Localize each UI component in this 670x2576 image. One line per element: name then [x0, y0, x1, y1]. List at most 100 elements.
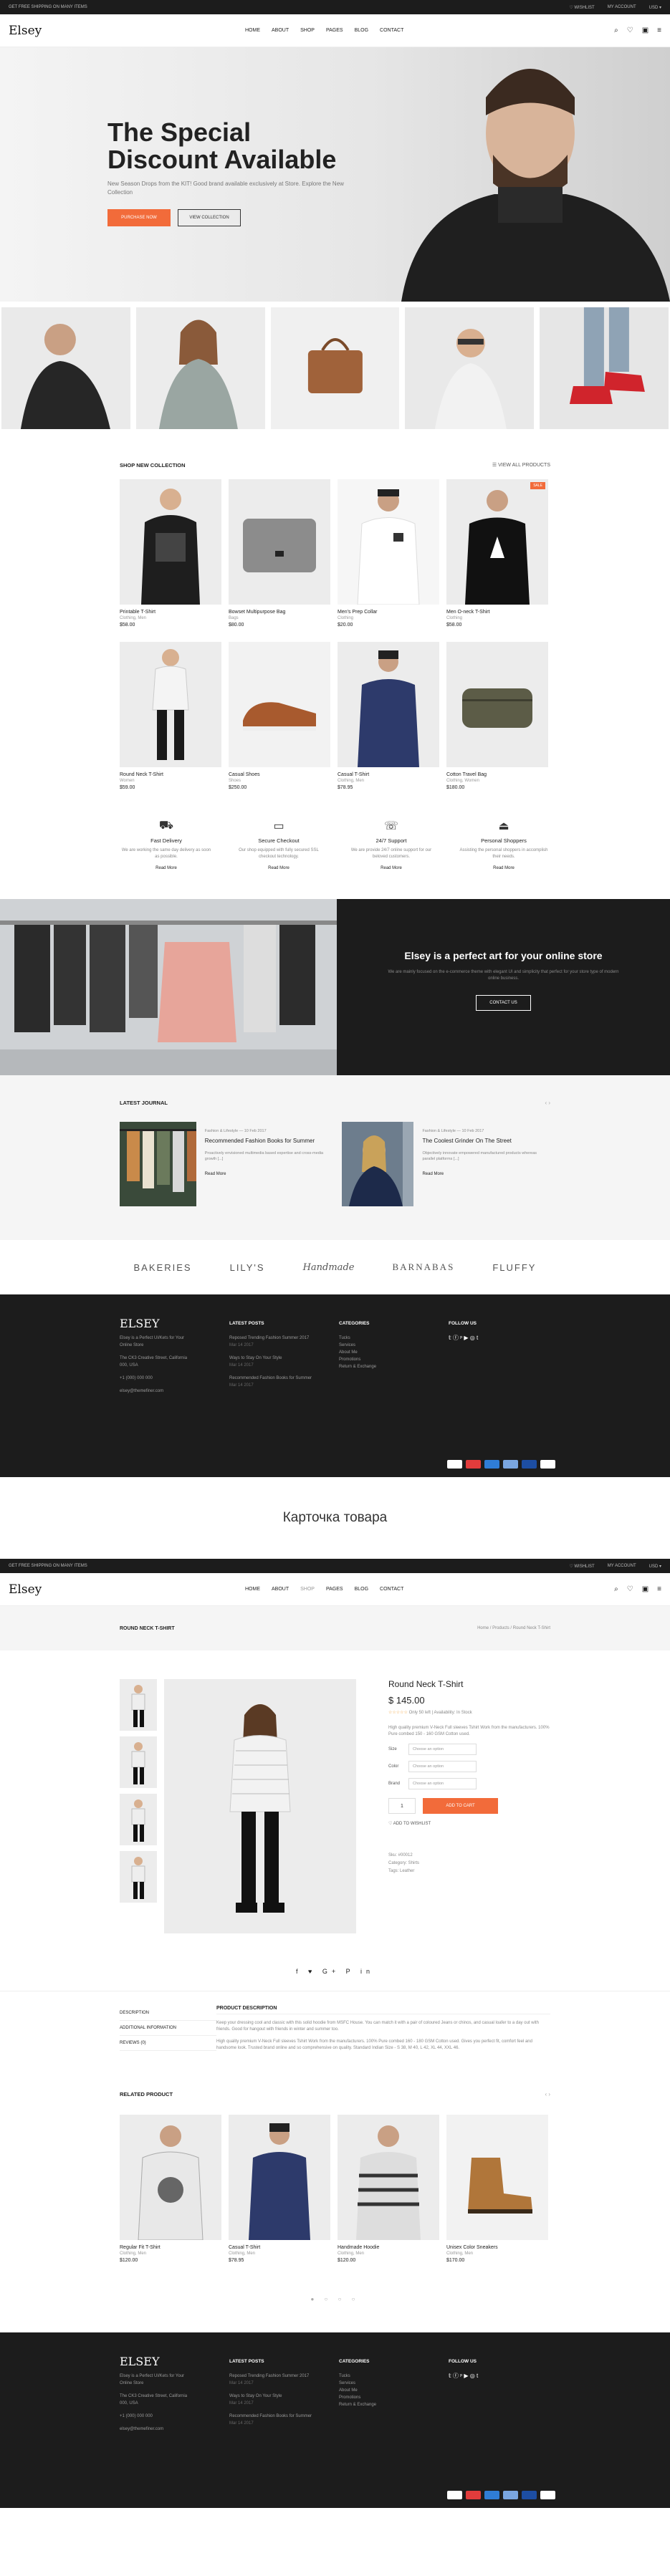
product-name[interactable]: Bowset Multipurpose Bag [229, 610, 330, 615]
post-read-more[interactable]: Read More [205, 1172, 327, 1176]
nav-shop[interactable]: SHOP [300, 1587, 315, 1592]
quantity-stepper[interactable]: 1 [388, 1798, 416, 1814]
footer-category-link[interactable]: Promotions [339, 1356, 449, 1363]
brand-logo[interactable]: LILY'S [230, 1262, 265, 1273]
product-name[interactable]: Men's Prep Collar [338, 610, 439, 615]
post-read-more[interactable]: Read More [422, 1172, 550, 1176]
product-name[interactable]: Regular Fit T-Shirt [120, 2245, 221, 2250]
color-select[interactable]: Choose an option [408, 1761, 477, 1772]
add-to-wishlist-link[interactable]: ♡ ADD TO WISHLIST [388, 1821, 550, 1826]
product-card[interactable]: Bowset Multipurpose Bag Bags $80.00 [229, 479, 330, 628]
tile-accessories[interactable] [405, 307, 535, 429]
bag-icon[interactable]: ▣ [642, 1585, 649, 1593]
menu-icon[interactable]: ≡ [657, 27, 661, 34]
product-name[interactable]: Casual Shoes [229, 772, 330, 777]
product-name[interactable]: Cotton Travel Bag [446, 772, 548, 777]
nav-blog[interactable]: BLOG [355, 1587, 368, 1592]
bag-icon[interactable]: ▣ [642, 27, 649, 34]
post-title[interactable]: The Coolest Grinder On The Street [422, 1138, 550, 1145]
product-tags[interactable]: Tags: Leather [388, 1868, 550, 1875]
footer-category-link[interactable]: Return & Exchange [339, 1363, 449, 1370]
brand-logo[interactable]: BAKERIES [134, 1262, 192, 1273]
nav-contact[interactable]: CONTACT [380, 28, 403, 33]
footer-category-link[interactable]: Tucks [339, 2373, 449, 2380]
product-card[interactable]: Handmade Hoodie Clothing, Men $120.00 [338, 2115, 439, 2263]
nav-contact[interactable]: CONTACT [380, 1587, 403, 1592]
product-thumbnail[interactable] [120, 1736, 157, 1788]
add-to-cart-button[interactable]: ADD TO CART [423, 1798, 498, 1814]
footer-category-link[interactable]: Services [339, 1342, 449, 1349]
product-main-image[interactable] [164, 1679, 356, 1933]
nav-pages[interactable]: PAGES [326, 1587, 343, 1592]
feature-read-more[interactable]: Read More [232, 866, 325, 870]
product-name[interactable]: Casual T-Shirt [229, 2245, 330, 2250]
product-card[interactable]: Casual T-Shirt Clothing, Men $78.95 [229, 2115, 330, 2263]
size-select[interactable]: Choose an option [408, 1744, 477, 1755]
nav-home[interactable]: HOME [245, 28, 260, 33]
brand-logo[interactable]: Handmade [303, 1262, 355, 1273]
product-name[interactable]: Printable T-Shirt [120, 610, 221, 615]
contact-us-button[interactable]: CONTACT US [476, 995, 531, 1011]
product-card[interactable]: Regular Fit T-Shirt Clothing, Men $120.0… [120, 2115, 221, 2263]
product-category[interactable]: Category: Shirts [388, 1860, 550, 1868]
post-title[interactable]: Recommended Fashion Books for Summer [205, 1138, 327, 1145]
footer-category-link[interactable]: Services [339, 2380, 449, 2387]
product-name[interactable]: Handmade Hoodie [338, 2245, 439, 2250]
feature-read-more[interactable]: Read More [120, 866, 213, 870]
footer-post-link[interactable]: Ways to Stay On Your Style [229, 2393, 339, 2400]
product-name[interactable]: Round Neck T-Shirt [120, 772, 221, 777]
carousel-arrows[interactable]: ‹ › [545, 2091, 550, 2097]
feature-read-more[interactable]: Read More [345, 866, 438, 870]
footer-post-link[interactable]: Reposed Trending Fashion Summer 2017 [229, 2373, 315, 2380]
footer-post-link[interactable]: Recommended Fashion Books for Summer [229, 2413, 315, 2420]
nav-about[interactable]: ABOUT [272, 1587, 289, 1592]
site-logo[interactable]: Elsey [9, 1582, 245, 1597]
product-card[interactable]: Cotton Travel Bag Clothing, Women $180.0… [446, 642, 548, 790]
social-icons[interactable]: 𝕥 ⓕ ᵖ ▶ ◎ t [449, 2373, 478, 2380]
nav-blog[interactable]: BLOG [355, 28, 368, 33]
journal-post[interactable]: Fashion & Lifestyle — 10 Feb 2017 Recomm… [120, 1122, 327, 1206]
social-icons[interactable]: 𝕥 ⓕ ᵖ ▶ ◎ t [449, 1335, 478, 1342]
site-logo[interactable]: Elsey [9, 24, 245, 38]
post-image[interactable] [342, 1122, 414, 1206]
brand-select[interactable]: Choose an option [408, 1778, 477, 1789]
menu-icon[interactable]: ≡ [657, 1585, 661, 1593]
product-card[interactable]: Unisex Color Sneakers Clothing, Men $170… [446, 2115, 548, 2263]
tile-bags[interactable] [270, 307, 400, 429]
account-link[interactable]: MY ACCOUNT [608, 1564, 636, 1569]
post-image[interactable] [120, 1122, 196, 1206]
tile-women[interactable] [135, 307, 265, 429]
nav-pages[interactable]: PAGES [326, 28, 343, 33]
nav-about[interactable]: ABOUT [272, 28, 289, 33]
view-collection-button[interactable]: VIEW COLLECTION [178, 209, 241, 226]
footer-logo[interactable]: ELSEY [120, 1318, 229, 1330]
product-thumbnail[interactable] [120, 1679, 157, 1731]
tab-description[interactable]: DESCRIPTION [120, 2006, 216, 2021]
footer-category-link[interactable]: Tucks [339, 1335, 449, 1342]
account-link[interactable]: MY ACCOUNT [608, 5, 636, 10]
footer-email[interactable]: elsey@themefiner.com [120, 2426, 229, 2433]
tile-shoes[interactable] [540, 307, 669, 429]
tab-additional-information[interactable]: ADDITIONAL INFORMATION [120, 2021, 216, 2036]
product-card[interactable]: SALE Men O-neck T-Shirt Clothing $58.00 [446, 479, 548, 628]
product-name[interactable]: Unisex Color Sneakers [446, 2245, 548, 2250]
rating-stars[interactable]: ☆☆☆☆☆ [388, 1711, 408, 1715]
footer-category-link[interactable]: About Me [339, 2387, 449, 2394]
footer-post-link[interactable]: Ways to Stay On Your Style [229, 1355, 339, 1362]
product-card[interactable]: Men's Prep Collar Clothing $20.00 [338, 479, 439, 628]
carousel-dots[interactable]: ● ○ ○ ○ [0, 2296, 670, 2302]
currency-select[interactable]: USD ▾ [649, 5, 661, 10]
search-icon[interactable]: ⌕ [614, 27, 618, 34]
footer-logo[interactable]: ELSEY [120, 2356, 229, 2368]
footer-category-link[interactable]: Return & Exchange [339, 2401, 449, 2408]
brand-logo[interactable]: FLUFFY [492, 1262, 536, 1273]
footer-email[interactable]: elsey@themefiner.com [120, 1388, 229, 1395]
feature-read-more[interactable]: Read More [457, 866, 550, 870]
product-thumbnail[interactable] [120, 1794, 157, 1845]
product-card[interactable]: Casual Shoes Shoes $250.00 [229, 642, 330, 790]
product-name[interactable]: Men O-neck T-Shirt [446, 610, 548, 615]
breadcrumb[interactable]: Home / Products / Round Neck T-Shirt [477, 1626, 550, 1630]
heart-icon[interactable]: ♡ [627, 27, 633, 34]
product-name[interactable]: Casual T-Shirt [338, 772, 439, 777]
tab-reviews[interactable]: REVIEWS (0) [120, 2036, 216, 2051]
